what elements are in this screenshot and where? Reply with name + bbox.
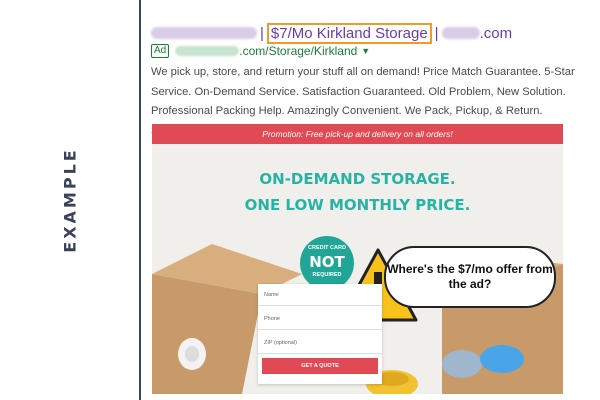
ad-badge: Ad — [151, 44, 170, 58]
zip-field[interactable]: ZIP (optional) — [258, 332, 382, 354]
domain-tail: .com — [479, 24, 513, 42]
title-separator: | — [434, 24, 439, 42]
promo-bar: Promotion: Free pick-up and delivery on … — [152, 124, 563, 144]
blurred-url-domain — [175, 46, 240, 56]
caret-down-icon[interactable]: ▼ — [361, 46, 370, 56]
title-separator: | — [260, 24, 264, 42]
highlighted-ad-title[interactable]: $7/Mo Kirkland Storage — [266, 22, 432, 44]
ad-headline[interactable]: | $7/Mo Kirkland Storage | .com — [151, 22, 512, 44]
phone-field[interactable]: Phone — [258, 308, 382, 330]
callout-bubble: Where's the $7/mo offer from the ad? — [384, 246, 556, 308]
ad-url-path[interactable]: .com/Storage/Kirkland — [239, 44, 357, 58]
name-field[interactable]: Name — [258, 284, 382, 306]
sidebar: EXAMPLE — [0, 0, 140, 400]
get-a-quote-button[interactable]: GET A QUOTE — [262, 358, 378, 374]
ad-url-row: Ad .com/Storage/Kirkland ▼ — [151, 44, 370, 58]
sidebar-label: EXAMPLE — [60, 147, 80, 253]
landing-page-banner: Promotion: Free pick-up and delivery on … — [152, 124, 563, 394]
banner-headline-line1: ON-DEMAND STORAGE. — [259, 170, 456, 188]
quote-form: Name Phone ZIP (optional) GET A QUOTE — [258, 284, 382, 384]
blurred-domain — [441, 27, 480, 39]
blurred-brand — [151, 27, 257, 39]
search-ad-example: | $7/Mo Kirkland Storage | .com Ad .com/… — [141, 0, 600, 400]
banner-headline-line2: ONE LOW MONTHLY PRICE. — [244, 196, 471, 214]
